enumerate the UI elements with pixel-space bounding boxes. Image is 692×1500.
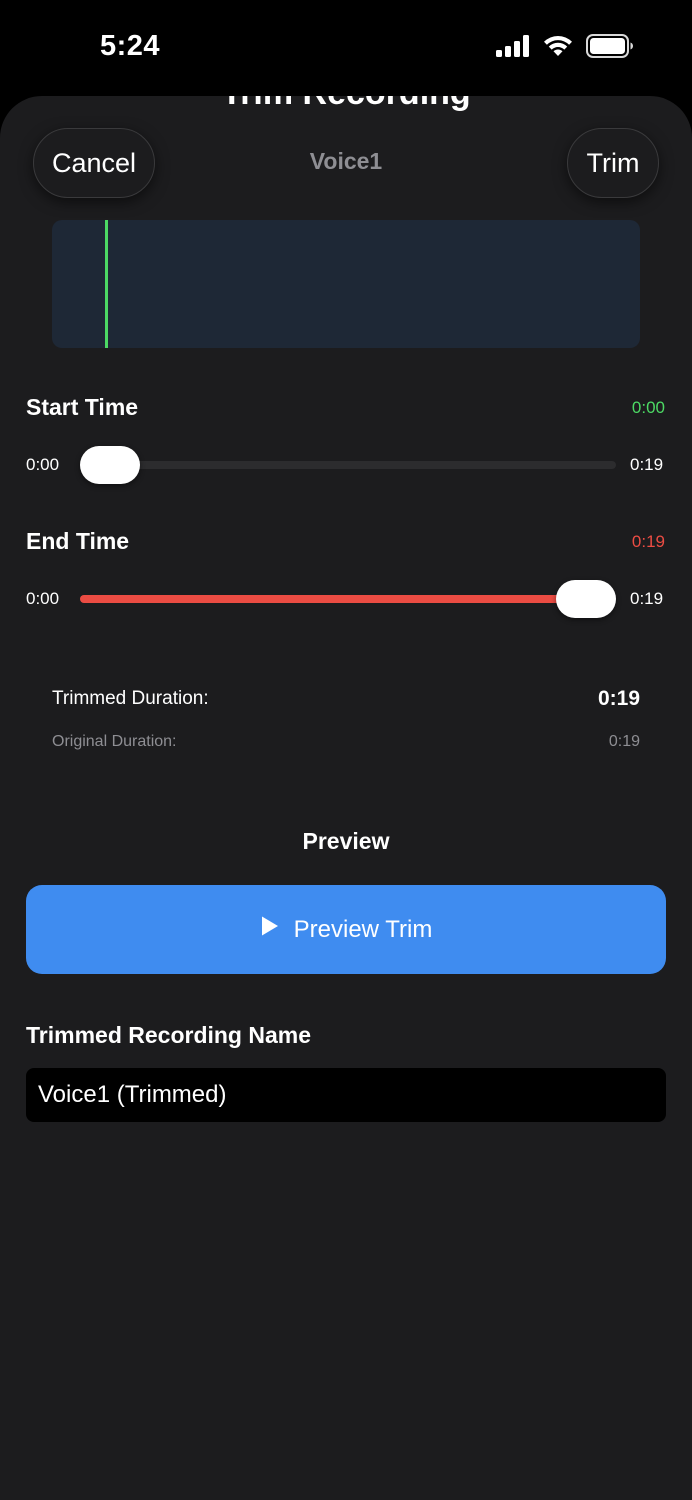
- waveform-view[interactable]: [52, 220, 640, 348]
- wifi-icon: [542, 34, 574, 63]
- playhead[interactable]: [104, 220, 108, 348]
- end-time-value: 0:19: [631, 532, 665, 551]
- end-slider-fill: [80, 595, 586, 603]
- end-time-slider[interactable]: [80, 595, 616, 603]
- trim-button[interactable]: Trim: [567, 128, 659, 198]
- preview-trim-button[interactable]: Preview Trim: [26, 885, 666, 974]
- end-time-label: End Time: [26, 528, 130, 554]
- start-time-label: Start Time: [26, 394, 139, 420]
- end-slider-max-label: 0:19: [630, 589, 664, 608]
- end-slider-min-label: 0:00: [26, 589, 60, 608]
- start-slider-min-label: 0:00: [26, 455, 60, 474]
- play-icon: [260, 915, 280, 944]
- status-bar: 5:24: [0, 0, 692, 96]
- start-slider-max-label: 0:19: [630, 455, 664, 474]
- trimmed-name-input[interactable]: [26, 1068, 666, 1122]
- start-time-slider[interactable]: [80, 461, 616, 469]
- preview-trim-label: Preview Trim: [293, 915, 433, 943]
- status-time: 5:24: [100, 30, 161, 62]
- original-duration-value: 0:19: [608, 733, 640, 750]
- battery-icon: [586, 34, 634, 63]
- end-slider-thumb[interactable]: [556, 580, 616, 618]
- sheet-title: Trim Recording: [0, 96, 692, 113]
- trimmed-name-label: Trimmed Recording Name: [26, 1022, 312, 1048]
- trimmed-duration-label: Trimmed Duration:: [52, 688, 209, 709]
- status-icons: [496, 34, 634, 63]
- start-slider-thumb[interactable]: [80, 446, 140, 484]
- trimmed-duration-value: 0:19: [597, 687, 640, 710]
- preview-heading: Preview: [302, 828, 390, 854]
- start-time-value: 0:00: [631, 398, 665, 417]
- cellular-signal-icon: [496, 35, 530, 62]
- original-duration-label: Original Duration:: [52, 733, 177, 750]
- trim-sheet: Trim Recording Cancel Voice1 Trim Start …: [0, 96, 692, 1500]
